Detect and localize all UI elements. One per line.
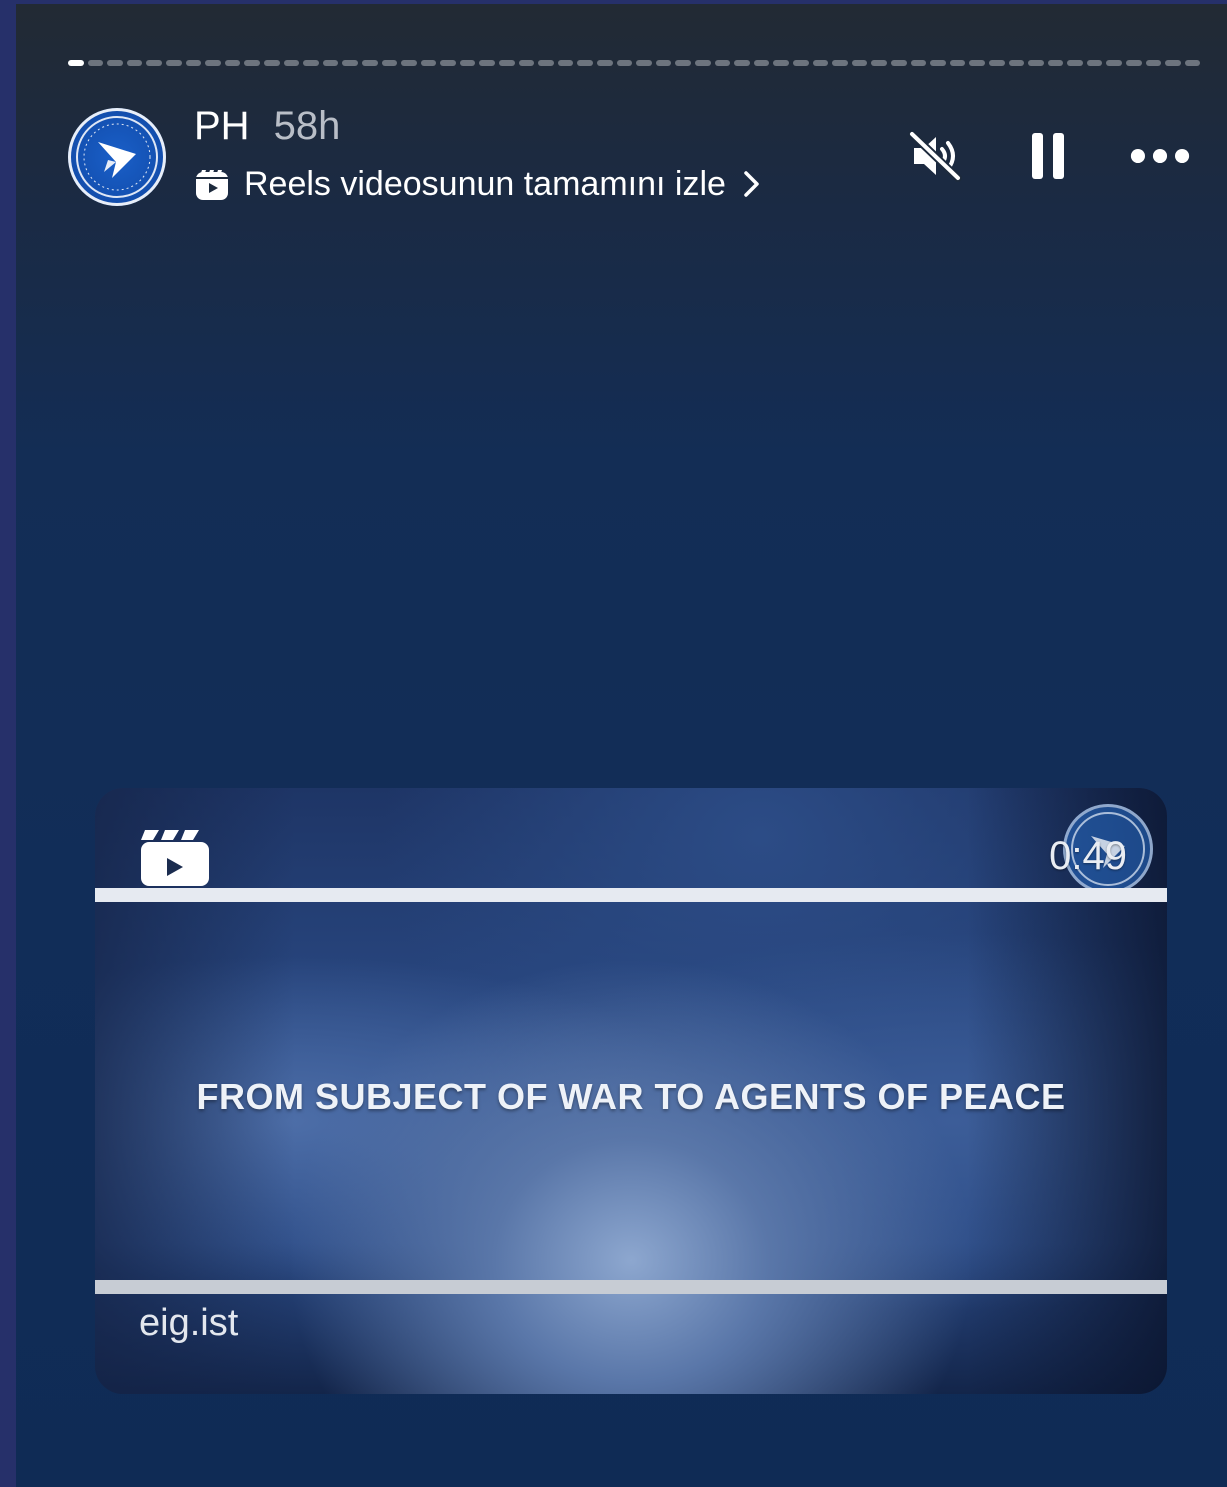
progress-segment bbox=[126, 60, 143, 66]
progress-segment bbox=[930, 60, 946, 66]
progress-segment bbox=[890, 60, 907, 66]
progress-segment bbox=[224, 60, 241, 66]
progress-segment bbox=[342, 60, 358, 66]
progress-segment bbox=[518, 60, 535, 66]
progress-segment bbox=[695, 60, 711, 66]
progress-segment bbox=[871, 60, 887, 66]
pause-icon bbox=[1032, 133, 1064, 179]
progress-segment bbox=[479, 60, 496, 66]
reels-icon bbox=[196, 170, 228, 200]
progress-segment bbox=[440, 60, 456, 66]
progress-segment bbox=[616, 60, 633, 66]
progress-segment bbox=[1008, 60, 1025, 66]
story-meta: PH 58h Reels videosunun tamamını izle bbox=[194, 104, 764, 208]
speaker-muted-icon bbox=[908, 130, 962, 182]
progress-segment bbox=[714, 60, 731, 66]
progress-segment bbox=[832, 60, 848, 66]
progress-segment bbox=[538, 60, 554, 66]
reel-preview-card[interactable]: 0:49 FROM SUBJECT OF WAR TO AGENTS OF PE… bbox=[95, 788, 1167, 1394]
progress-segment bbox=[969, 60, 985, 66]
progress-segment bbox=[851, 60, 868, 66]
progress-segment bbox=[577, 60, 594, 66]
progress-segment bbox=[205, 60, 221, 66]
progress-segment bbox=[87, 60, 104, 66]
profile-avatar[interactable] bbox=[68, 108, 166, 206]
progress-segment bbox=[165, 60, 182, 66]
dove-logo-icon bbox=[76, 116, 158, 198]
progress-segment bbox=[263, 60, 280, 66]
progress-segment bbox=[792, 60, 809, 66]
reels-link-label: Reels videosunun tamamını izle bbox=[244, 164, 726, 203]
progress-segment bbox=[812, 60, 829, 66]
progress-segment bbox=[1067, 60, 1083, 66]
frame-line-top bbox=[95, 888, 1167, 902]
progress-segment bbox=[1145, 60, 1162, 66]
progress-segment bbox=[597, 60, 613, 66]
progress-segment bbox=[68, 60, 84, 66]
progress-segment bbox=[499, 60, 515, 66]
progress-segment bbox=[303, 60, 319, 66]
more-options-icon bbox=[1130, 148, 1190, 164]
story-header: PH 58h Reels videosunun tamamını izle bbox=[68, 104, 1200, 214]
reel-headline: FROM SUBJECT OF WAR TO AGENTS OF PEACE bbox=[196, 1076, 1066, 1117]
progress-segment bbox=[381, 60, 398, 66]
progress-segment bbox=[636, 60, 652, 66]
progress-segment bbox=[1086, 60, 1103, 66]
story-viewer[interactable]: PH 58h Reels videosunun tamamını izle 0:… bbox=[16, 4, 1227, 1487]
chevron-right-icon bbox=[744, 171, 759, 197]
progress-segment bbox=[185, 60, 202, 66]
progress-segment bbox=[401, 60, 417, 66]
progress-segment bbox=[146, 60, 162, 66]
reel-clapper-icon bbox=[139, 828, 211, 893]
post-time: 58h bbox=[273, 104, 341, 148]
progress-segment bbox=[107, 60, 123, 66]
progress-segment bbox=[557, 60, 574, 66]
progress-segment bbox=[1184, 60, 1201, 66]
progress-segment bbox=[1047, 60, 1064, 66]
pause-button[interactable] bbox=[1018, 126, 1078, 186]
progress-segment bbox=[675, 60, 691, 66]
more-options-button[interactable] bbox=[1130, 126, 1190, 186]
progress-segment bbox=[244, 60, 260, 66]
user-line: PH 58h bbox=[194, 104, 764, 154]
progress-segment bbox=[910, 60, 927, 66]
progress-segment bbox=[283, 60, 300, 66]
progress-segment bbox=[1126, 60, 1142, 66]
story-progress-bar bbox=[68, 60, 1201, 66]
video-duration: 0:49 bbox=[1049, 834, 1127, 878]
progress-segment bbox=[1028, 60, 1044, 66]
story-controls bbox=[906, 126, 1190, 186]
progress-segment bbox=[459, 60, 476, 66]
mute-button[interactable] bbox=[906, 126, 966, 186]
source-domain: eig.ist bbox=[139, 1302, 239, 1344]
frame-line-bottom bbox=[95, 1280, 1167, 1294]
progress-segment bbox=[773, 60, 789, 66]
progress-segment bbox=[1165, 60, 1181, 66]
progress-segment bbox=[361, 60, 378, 66]
progress-segment bbox=[420, 60, 437, 66]
progress-segment bbox=[988, 60, 1005, 66]
username[interactable]: PH bbox=[194, 104, 250, 149]
progress-segment bbox=[322, 60, 339, 66]
watch-full-reel-link[interactable]: Reels videosunun tamamını izle bbox=[194, 160, 764, 208]
progress-segment bbox=[949, 60, 966, 66]
progress-segment bbox=[655, 60, 672, 66]
progress-segment bbox=[753, 60, 770, 66]
progress-segment bbox=[1106, 60, 1123, 66]
progress-segment bbox=[734, 60, 750, 66]
